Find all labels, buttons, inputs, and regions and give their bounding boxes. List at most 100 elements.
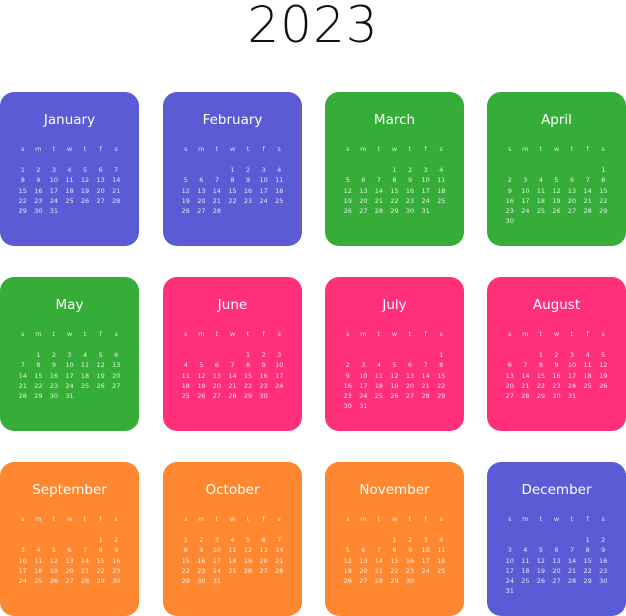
weekday-label: s [439,145,443,153]
empty-cell [62,535,78,545]
day-cell: 13 [259,546,268,555]
day-cell: 14 [374,556,384,565]
day-cell: 23 [405,196,415,205]
day-cell: 10 [359,371,368,380]
day-cell: 18 [34,566,43,575]
empty-cell [340,165,356,175]
month-card-december: December s m t w t f s 1 2 3 4 5 6 7 8 9 10 11 12 13 14 15 16 17… [487,462,626,616]
weekday-label: m [35,515,42,523]
day-cell: 30 [552,392,561,401]
empty-cell [371,165,387,175]
day-cell: 13 [505,371,514,380]
day-cell: 5 [199,361,204,370]
day-cell: 25 [437,566,446,575]
day-cell: 3 [361,361,366,370]
weekday-label: t [246,330,250,338]
day-cell: 26 [96,381,105,390]
day-cell: 21 [228,381,237,390]
day-cell: 2 [407,166,413,174]
day-cell: 26 [390,392,399,401]
day-cell: 16 [49,371,59,380]
empty-cell [15,535,31,545]
day-cell: 29 [390,577,399,586]
day-cell: 27 [359,577,368,586]
day-cell: 13 [65,556,74,565]
day-cell: 21 [212,196,222,205]
day-cell: 31 [359,402,368,411]
day-cell: 30 [49,392,59,401]
weekday-label: t [377,145,381,153]
weekday-label: s [439,330,443,338]
day-cell: 10 [421,546,430,555]
day-cell: 7 [569,546,575,555]
empty-cell [371,535,387,545]
weekday-label: w [229,145,236,153]
weekday-label: f [586,145,589,153]
day-cell: 3 [261,166,266,174]
month-name: September [32,482,107,498]
month-card-july: July s m t w t f s 1 2 3 4 5 6 7 8 9 10 11 12 13 14 15 16 17 18 19… [325,277,464,431]
day-cell: 24 [421,196,430,205]
month-card-november: November s m t w t f s 1 2 3 4 5 6 7 8 9 10 11 12 13 14 15 16 17… [325,462,464,616]
weekday-label: s [439,515,443,523]
day-cell: 6 [407,361,413,370]
day-cell: 24 [65,381,74,390]
day-cell: 9 [601,546,606,555]
day-cell: 11 [228,546,237,555]
day-cell: 13 [552,556,561,565]
empty-cell [356,535,372,545]
day-cell: 30 [599,577,608,586]
day-cell: 9 [407,546,413,555]
day-cell: 4 [82,351,88,359]
day-cell: 7 [82,546,88,555]
day-cell: 7 [376,176,381,185]
weekday-label: s [601,145,605,153]
weekday-label: w [391,145,398,153]
empty-cell [194,165,210,175]
day-cell: 22 [34,381,43,390]
day-cell: 4 [183,361,188,370]
weekday-label: w [66,330,73,338]
day-cell: 18 [65,186,74,195]
day-cell: 24 [359,392,368,401]
weekday-label: f [99,330,102,338]
month-name: October [205,482,260,498]
day-cell: 8 [98,546,103,555]
weekday-header: smtwtfs [340,514,449,524]
day-cell: 31 [212,577,222,586]
day-grid: 1 2 3 4 5 6 7 8 9 10 11 12 13 14 15 16 17 18 19 20 21 22 23 24 2… [178,350,287,401]
day-cell: 5 [183,176,188,185]
day-cell: 5 [51,546,56,555]
weekday-label: s [184,330,188,338]
day-cell: 21 [112,186,121,195]
day-cell: 16 [405,556,415,565]
day-cell: 29 [18,207,27,216]
day-cell: 19 [599,371,608,380]
day-cell: 2 [407,536,413,544]
day-cell: 10 [18,556,27,565]
empty-cell [564,165,580,175]
day-cell: 5 [98,351,103,359]
day-cell: 17 [259,186,268,195]
empty-cell [209,165,225,175]
month-name: June [217,297,248,313]
weekday-label: m [522,145,529,153]
day-cell: 18 [275,186,284,195]
day-cell: 28 [275,566,284,575]
day-cell: 8 [585,546,590,555]
day-cell: 18 [228,556,237,565]
day-cell: 11 [34,556,43,565]
day-cell: 3 [51,166,56,174]
day-cell: 25 [536,207,546,216]
day-cell: 22 [181,566,190,575]
day-cell: 31 [567,392,577,401]
weekday-label: t [246,145,250,153]
day-cell: 18 [181,381,190,390]
day-cell: 1 [245,351,251,359]
empty-cell [225,350,241,360]
month-card-june: June s m t w t f s 1 2 3 4 5 6 7 8 9 10 11 12 13 14 15 16 17 18 19… [163,277,302,431]
day-cell: 12 [343,186,352,195]
day-cell: 18 [374,381,384,390]
day-cell: 20 [197,196,206,205]
day-cell: 16 [243,186,253,195]
